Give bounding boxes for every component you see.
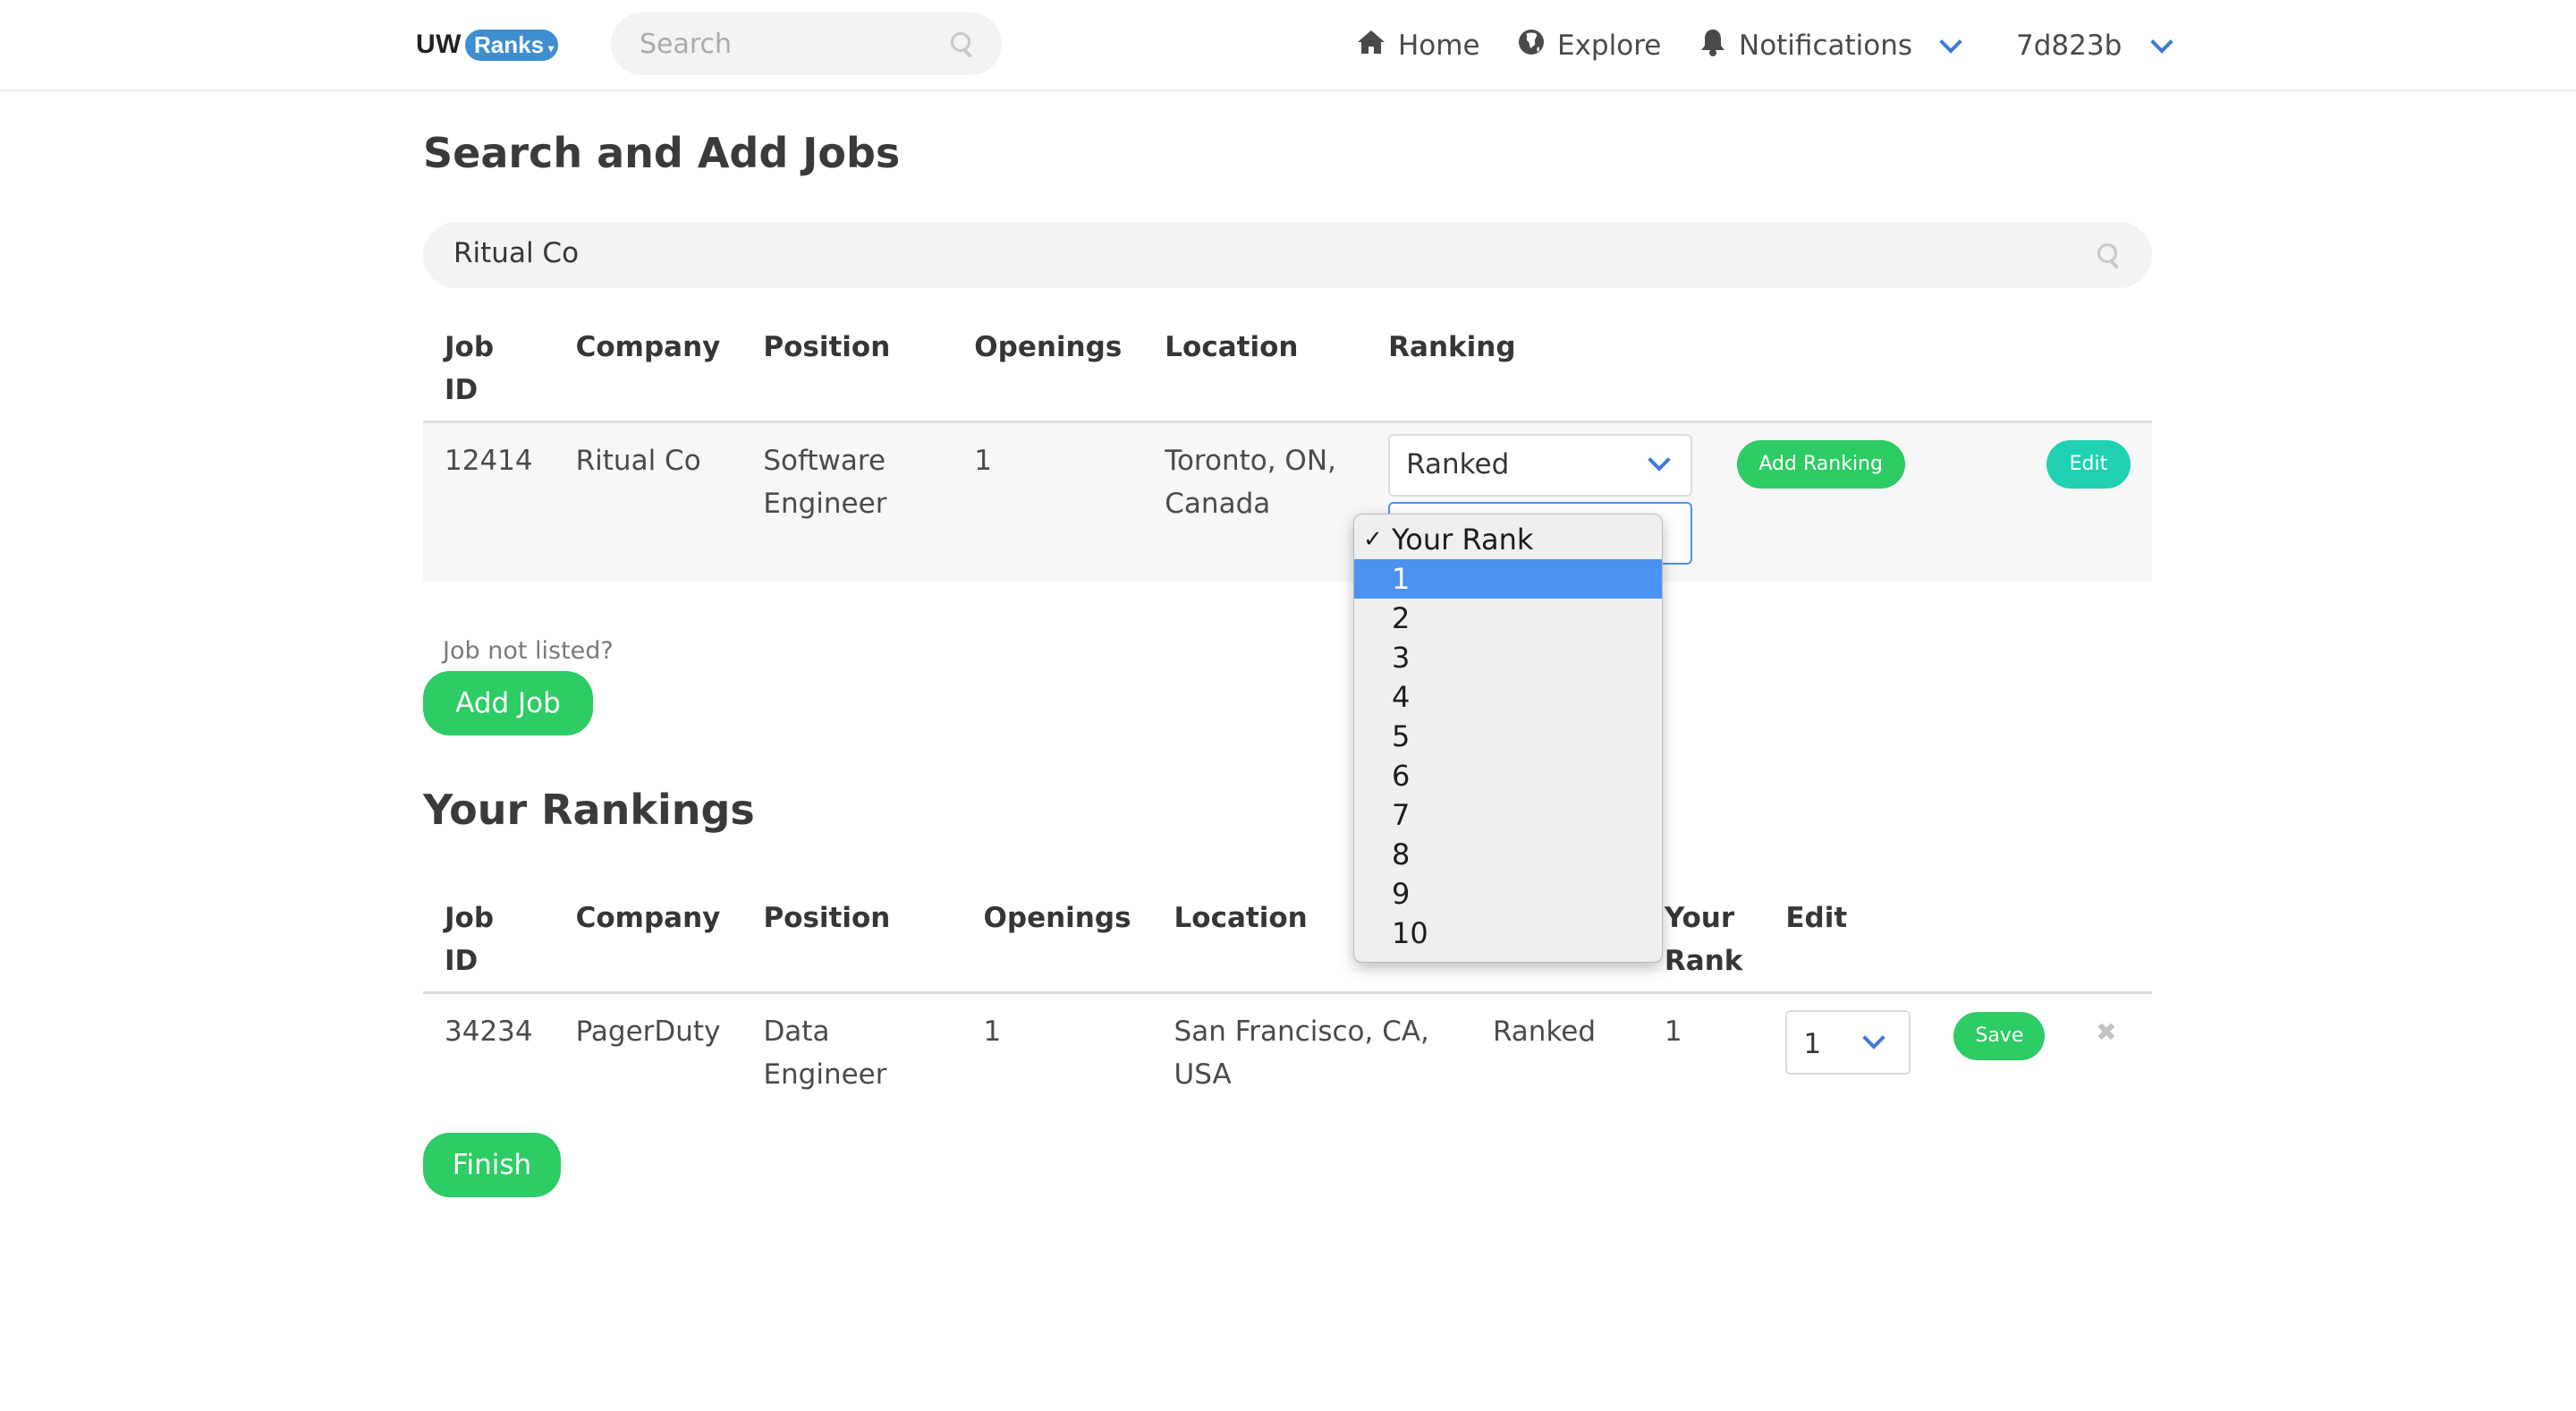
nav-search-input[interactable] [638, 27, 936, 61]
cell-save: Save [1932, 993, 2074, 1111]
cell-openings: 1 [983, 1016, 1002, 1048]
cell-edit: Edit [2025, 422, 2152, 582]
globe-icon [1518, 29, 1545, 63]
cell-company: Ritual Co [575, 445, 701, 477]
nav-user-menu[interactable]: 7d823b [2016, 23, 2174, 68]
dropdown-option[interactable]: 2 [1354, 599, 1662, 638]
cell-your-rank: 1 [1664, 1016, 1682, 1048]
cell-position: Data Engineer [763, 1016, 887, 1091]
search-results-table: Job ID Company Position Openings Locatio… [423, 313, 2152, 582]
cell-location: Toronto, ON, Canada [1165, 445, 1336, 520]
cell-edit: 1 [1764, 993, 1932, 1111]
cell-status: Ranked [1492, 1016, 1597, 1048]
chevron-down-icon[interactable] [2150, 30, 2174, 54]
logo-badge: Ranks ▾ [464, 29, 559, 61]
ranking-status-value: Ranked [1406, 448, 1510, 480]
edit-rank-value: 1 [1803, 1028, 1822, 1060]
col-job-id: Job ID [445, 331, 495, 406]
col-company: Company [575, 902, 721, 934]
dropdown-option[interactable]: 3 [1354, 638, 1662, 677]
cell-company: PagerDuty [575, 1016, 721, 1048]
cell-location: San Francisco, CA, USA [1174, 1016, 1429, 1091]
col-position: Position [763, 331, 891, 363]
cell-add-ranking: Add Ranking [1716, 422, 2025, 582]
chevron-down-icon [1648, 448, 1671, 472]
dropdown-option[interactable]: ✓ Your Rank [1354, 520, 1662, 559]
col-position: Position [763, 902, 891, 934]
add-job-button[interactable]: Add Job [423, 671, 593, 735]
logo-text: UW [416, 30, 462, 59]
delete-icon[interactable]: ✖ [2096, 1017, 2116, 1047]
finish-button[interactable]: Finish [423, 1133, 561, 1197]
cell-position: Software Engineer [763, 445, 887, 520]
cell-openings: 1 [974, 445, 993, 477]
col-openings: Openings [974, 331, 1123, 363]
caret-down-icon: ▾ [548, 41, 555, 55]
page-title: Search and Add Jobs [423, 129, 901, 177]
checkmark-icon: ✓ [1363, 526, 1383, 553]
job-search-bar[interactable] [423, 222, 2152, 288]
nav-notifications-label: Notifications [1739, 30, 1913, 62]
rankings-table: Job ID Company Position Openings Locatio… [423, 884, 2152, 1110]
add-ranking-button[interactable]: Add Ranking [1736, 440, 1905, 489]
col-openings: Openings [983, 902, 1131, 934]
job-search-input[interactable] [452, 236, 2065, 270]
home-icon [1357, 29, 1385, 63]
cell-job-id: 34234 [445, 1016, 533, 1048]
chevron-down-icon [1862, 1026, 1886, 1050]
user-name: 7d823b [2016, 30, 2123, 62]
dropdown-option[interactable]: 8 [1354, 835, 1662, 874]
nav-explore[interactable]: Explore [1518, 23, 1661, 68]
dropdown-option[interactable]: 7 [1354, 795, 1662, 835]
nav-home-label: Home [1398, 30, 1480, 62]
cell-job-id: 12414 [445, 445, 533, 477]
table-header-row: Job ID Company Position Openings Locatio… [423, 313, 2152, 422]
navbar: UW Ranks▾ Home Explore Notifications 7d8… [0, 0, 2576, 89]
search-icon[interactable] [2097, 243, 2120, 269]
dropdown-option-selected[interactable]: 1 [1354, 559, 1662, 599]
table-row: 12414 Ritual Co Software Engineer 1 Toro… [423, 421, 2152, 582]
col-location: Location [1165, 331, 1299, 363]
col-ranking: Ranking [1388, 331, 1516, 363]
dropdown-option[interactable]: 4 [1354, 677, 1662, 717]
dropdown-option[interactable]: 9 [1354, 874, 1662, 914]
bell-icon [1699, 28, 1726, 64]
dropdown-option[interactable]: 10 [1354, 914, 1662, 953]
job-not-listed-text: Job not listed? [443, 637, 614, 665]
table-row: 34234 PagerDuty Data Engineer 1 San Fran… [423, 993, 2152, 1111]
nav-notifications[interactable]: Notifications [1699, 23, 1962, 68]
save-button[interactable]: Save [1953, 1012, 2046, 1060]
edit-button[interactable]: Edit [2046, 440, 2131, 489]
dropdown-option[interactable]: 5 [1354, 717, 1662, 756]
col-company: Company [575, 331, 721, 363]
nav-home[interactable]: Home [1357, 23, 1480, 68]
rank-dropdown-menu: ✓ Your Rank 1 2 3 4 5 6 7 8 9 10 [1353, 514, 1663, 963]
col-edit: Edit [1785, 902, 1848, 934]
table-header-row: Job ID Company Position Openings Locatio… [423, 884, 2152, 993]
cell-delete: ✖ [2074, 993, 2152, 1111]
dropdown-option[interactable]: 6 [1354, 756, 1662, 795]
search-icon[interactable] [951, 32, 973, 58]
logo[interactable]: UW Ranks ▾ [416, 27, 559, 63]
chevron-down-icon[interactable] [1939, 30, 1962, 54]
edit-rank-select[interactable]: 1 [1785, 1010, 1911, 1075]
nav-search-bar[interactable] [611, 13, 1002, 75]
ranking-status-select[interactable]: Ranked [1388, 434, 1693, 497]
nav-explore-label: Explore [1557, 30, 1662, 62]
rankings-title: Your Rankings [423, 786, 755, 834]
col-job-id: Job ID [445, 902, 495, 977]
